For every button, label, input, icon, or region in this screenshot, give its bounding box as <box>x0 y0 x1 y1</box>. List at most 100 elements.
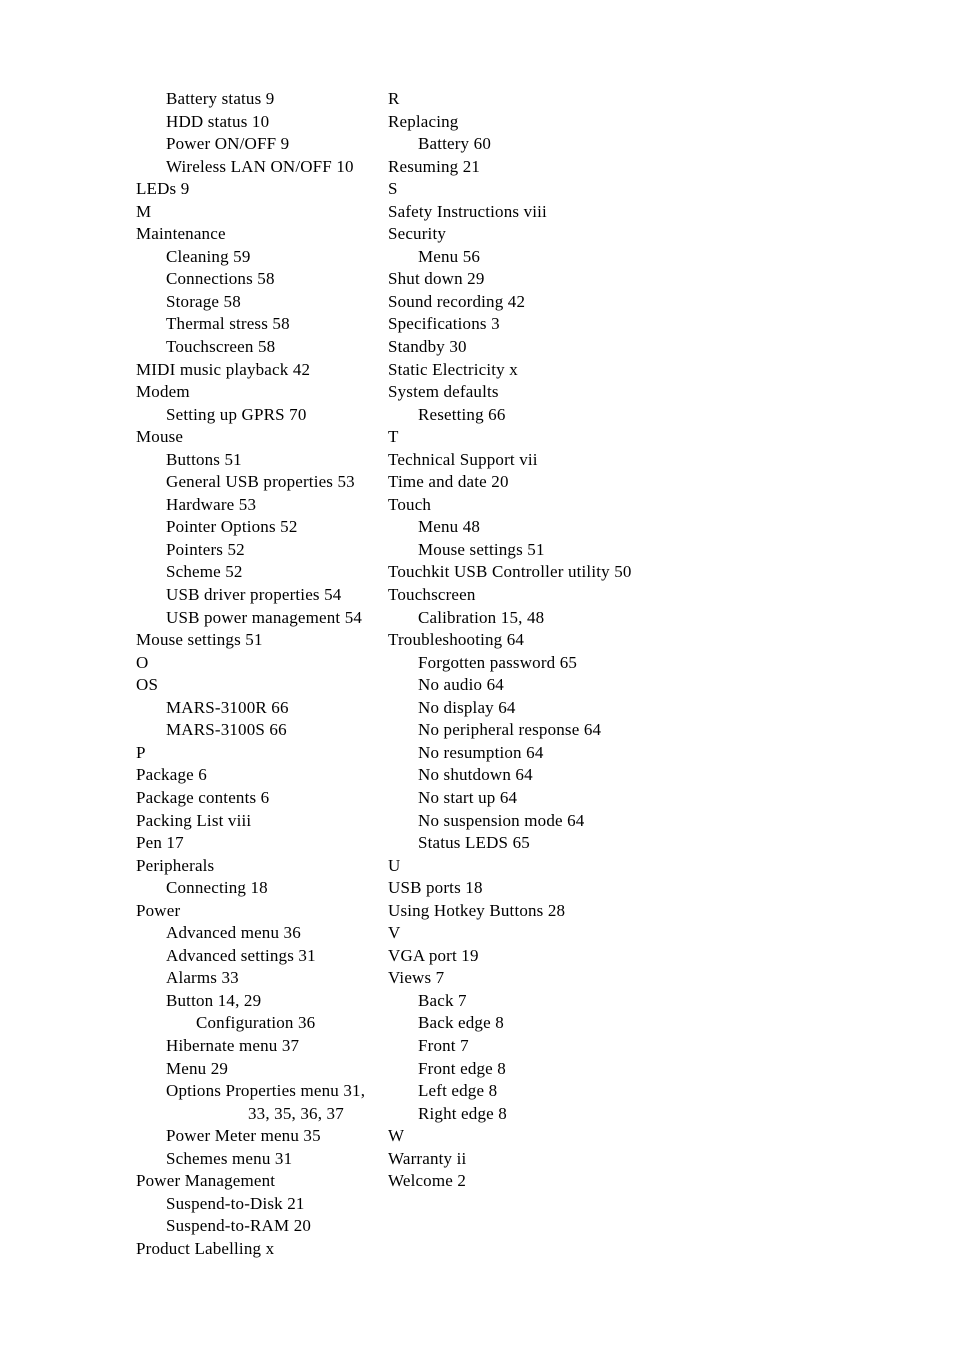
index-entry: Time and date 20 <box>388 472 509 492</box>
index-entry: Security <box>388 224 447 244</box>
index-entry: Mouse <box>136 427 184 447</box>
index-columns: Battery status 9 HDD status 10 Power ON/OF… <box>0 88 954 1260</box>
index-entry: Maintenance <box>136 224 226 244</box>
index-entry: Suspend-to-RAM 20 <box>166 1216 312 1236</box>
index-entry: Front 7 <box>418 1035 469 1055</box>
index-entry: Power <box>136 900 181 920</box>
index-entry: Battery status 9 <box>166 89 275 108</box>
index-entry: Buttons 51 <box>166 449 242 469</box>
index-column-right: R Replacing Battery 60 Resuming 21 S Safety I… <box>386 88 954 1193</box>
index-entry: W <box>388 1126 405 1146</box>
index-entry: LEDs 9 <box>136 179 190 199</box>
index-entry: U <box>388 855 401 875</box>
index-entry: Connecting 18 <box>166 878 268 898</box>
index-entry: Product Labelling x <box>136 1238 275 1258</box>
index-entry: Standby 30 <box>388 337 467 357</box>
index-entry: Touchkit USB Controller utility 50 <box>388 562 632 582</box>
index-entry: Static Electricity x <box>388 359 518 379</box>
index-entry: MARS-3100R 66 <box>166 697 289 717</box>
index-entry: Touchscreen 58 <box>166 337 276 357</box>
index-entry: VGA port 19 <box>388 945 479 965</box>
index-entry: Wireless LAN ON/OFF 10 <box>166 156 354 176</box>
index-entry: Modem <box>136 382 190 402</box>
index-entry: Menu 48 <box>418 517 481 537</box>
index-entry: No shutdown 64 <box>418 765 533 785</box>
index-entry: Using Hotkey Buttons 28 <box>388 900 566 920</box>
index-entry: No audio 64 <box>418 675 504 695</box>
index-entry: P <box>136 742 146 762</box>
index-entry: Touchscreen <box>388 585 476 605</box>
index-entry: Pointers 52 <box>166 539 245 559</box>
index-entry: MARS-3100S 66 <box>166 720 287 740</box>
index-entry: MIDI music playback 42 <box>136 359 311 379</box>
index-entry: System defaults <box>388 382 499 402</box>
index-entry: Suspend-to-Disk 21 <box>166 1193 305 1213</box>
index-entry: Cleaning 59 <box>166 246 251 266</box>
index-entry: Hardware 53 <box>166 494 257 514</box>
index-entry: Advanced menu 36 <box>166 923 301 943</box>
index-entry: USB power management 54 <box>166 607 363 627</box>
index-entry: Battery 60 <box>418 134 491 154</box>
index-entry: Pen 17 <box>136 833 184 853</box>
index-page: Battery status 9 HDD status 10 Power ON/OF… <box>0 0 954 1350</box>
index-entry: Hibernate menu 37 <box>166 1035 300 1055</box>
index-entry: Scheme 52 <box>166 562 243 582</box>
index-entry: Front edge 8 <box>418 1058 506 1078</box>
index-entry: Peripherals <box>136 855 215 875</box>
index-entry: S <box>388 179 398 199</box>
index-entry: Warranty ii <box>388 1148 467 1168</box>
index-entry: Technical Support vii <box>388 449 538 469</box>
index-column-left: Battery status 9 HDD status 10 Power ON/OF… <box>0 88 386 1260</box>
index-entry: Right edge 8 <box>418 1103 507 1123</box>
index-entry: Storage 58 <box>166 291 241 311</box>
index-entry: Back 7 <box>418 990 467 1010</box>
index-entry: Power Meter menu 35 <box>166 1126 321 1146</box>
index-entry: Replacing <box>388 111 459 131</box>
index-entry: Package 6 <box>136 765 207 785</box>
index-entry: Setting up GPRS 70 <box>166 404 307 424</box>
index-entry: Options Properties menu 31, 33, 35, 36, … <box>166 1081 370 1123</box>
index-entry: Power ON/OFF 9 <box>166 134 290 154</box>
index-entry: No suspension mode 64 <box>418 810 585 830</box>
index-entry: Troubleshooting 64 <box>388 630 525 650</box>
index-entry: Welcome 2 <box>388 1171 467 1191</box>
index-entry: Status LEDS 65 <box>418 833 530 853</box>
index-entry: Sound recording 42 <box>388 291 526 311</box>
index-entry: Power Management <box>136 1171 276 1191</box>
index-entry: Calibration 15, 48 <box>418 607 545 627</box>
index-entry: No display 64 <box>418 697 516 717</box>
index-entry: Resuming 21 <box>388 156 481 176</box>
index-entry: O <box>136 652 149 672</box>
index-entry: Back edge 8 <box>418 1013 504 1033</box>
index-entry: Thermal stress 58 <box>166 314 290 334</box>
index-entry: No peripheral response 64 <box>418 720 602 740</box>
index-entry: USB driver properties 54 <box>166 585 342 605</box>
index-entry: No resumption 64 <box>418 742 544 762</box>
index-entry: HDD status 10 <box>166 111 270 131</box>
index-entry: Packing List viii <box>136 810 252 830</box>
index-entry: USB ports 18 <box>388 878 483 898</box>
index-entry: Menu 29 <box>166 1058 229 1078</box>
index-entry: Resetting 66 <box>418 404 506 424</box>
index-entry: Mouse settings 51 <box>136 630 263 650</box>
index-entry: Forgotten password 65 <box>418 652 578 672</box>
index-entry: M <box>136 201 152 221</box>
index-entry: Safety Instructions viii <box>388 201 547 221</box>
index-entry: Shut down 29 <box>388 269 485 289</box>
index-entry: Specifications 3 <box>388 314 500 334</box>
index-entry: General USB properties 53 <box>166 472 355 492</box>
index-entry: Schemes menu 31 <box>166 1148 293 1168</box>
index-entry: OS <box>136 675 159 695</box>
index-entry: V <box>388 923 401 943</box>
index-entry: Alarms 33 <box>166 968 239 988</box>
index-entry: Views 7 <box>388 968 445 988</box>
index-entry: Left edge 8 <box>418 1081 498 1101</box>
index-entry: Configuration 36 <box>196 1013 316 1033</box>
index-entry: Mouse settings 51 <box>418 539 545 559</box>
index-entry: Menu 56 <box>418 246 481 266</box>
index-entry: T <box>388 427 399 447</box>
index-entry: Connections 58 <box>166 269 275 289</box>
index-entry: Advanced settings 31 <box>166 945 316 965</box>
index-entry: R <box>388 89 400 108</box>
index-entry: No start up 64 <box>418 787 518 807</box>
